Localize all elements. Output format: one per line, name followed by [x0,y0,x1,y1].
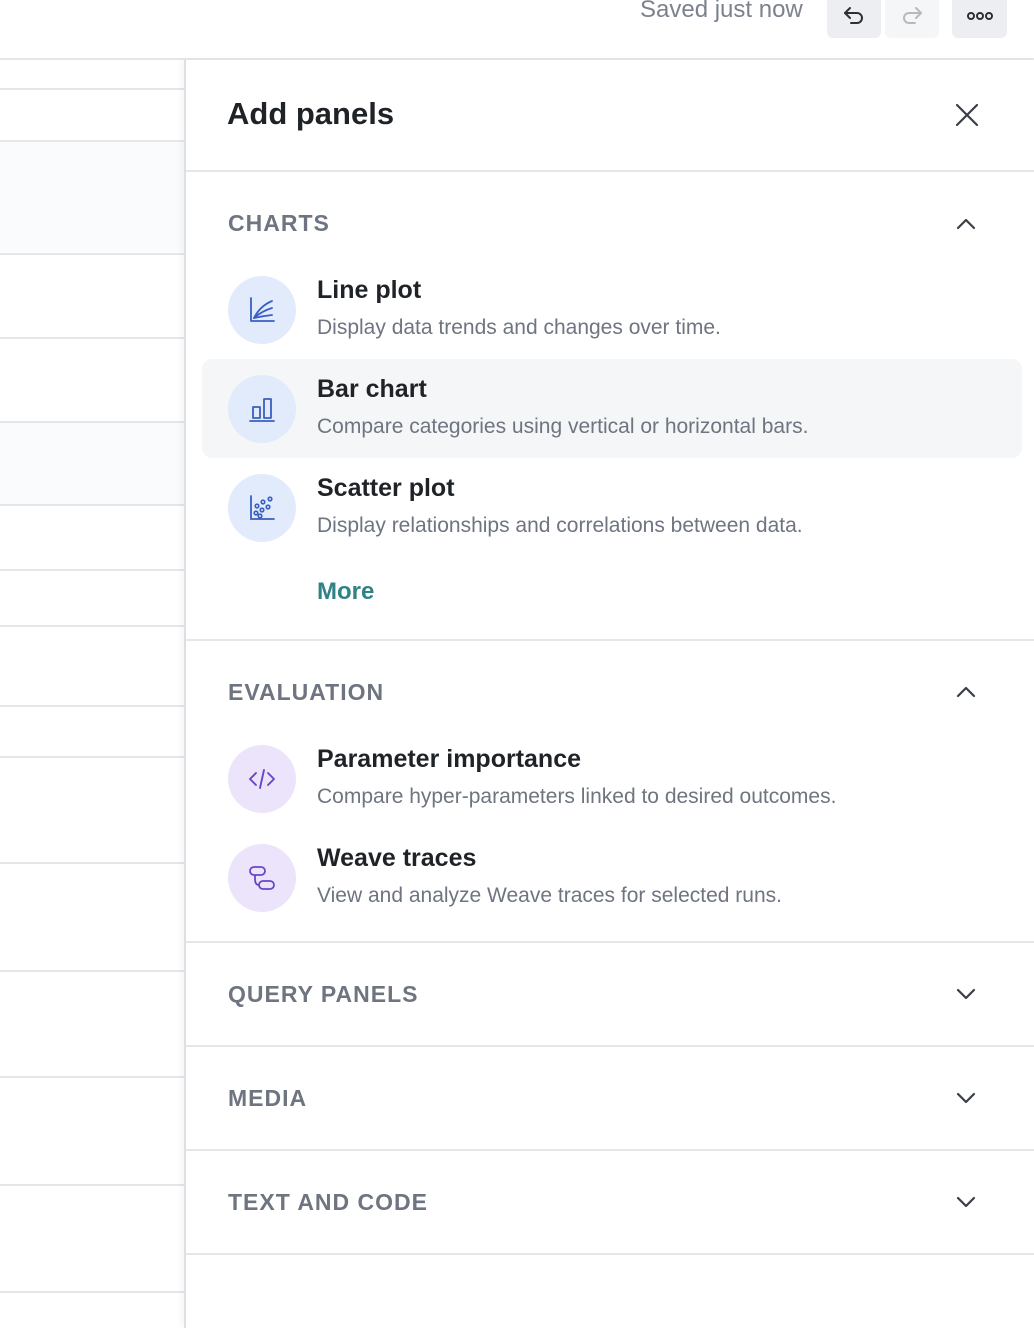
bar-chart-icon [228,375,296,443]
close-button[interactable] [952,100,982,130]
section-media[interactable]: MEDIA [186,1047,1034,1151]
save-status: Saved just now [640,0,803,23]
option-description: View and analyze Weave traces for select… [317,884,782,907]
chevron-down-icon [956,988,976,1000]
undo-icon [844,7,863,24]
panel-option-bar-chart[interactable]: Bar chart Compare categories using verti… [202,359,1022,458]
close-icon [955,103,979,127]
row-divider [0,1291,185,1293]
drawer-header: Add panels [186,60,1034,172]
weave-traces-icon [228,844,296,912]
row-divider [0,1076,185,1078]
option-description: Compare hyper-parameters linked to desir… [317,785,837,808]
row-divider [0,140,185,142]
add-panels-drawer: Add panels CHARTS Line plot Display data… [184,60,1034,1328]
row-divider [0,705,185,707]
section-query-panels[interactable]: QUERY PANELS [186,943,1034,1047]
scatter-plot-icon [228,474,296,542]
row-divider [0,625,185,627]
row-divider [0,88,185,90]
panel-option-scatter-plot[interactable]: Scatter plot Display relationships and c… [202,458,1022,557]
section-charts-header[interactable]: CHARTS [186,172,1034,262]
row-divider [0,421,185,423]
panel-option-line-plot[interactable]: Line plot Display data trends and change… [202,260,1022,359]
option-description: Display relationships and correlations b… [317,514,803,537]
row-divider [0,1184,185,1186]
background-row [0,422,185,506]
panel-option-parameter-importance[interactable]: Parameter importance Compare hyper-param… [202,729,1022,828]
more-horizontal-icon [966,12,993,20]
row-divider [0,504,185,506]
more-charts-link[interactable]: More [317,578,374,606]
section-text-and-code[interactable]: TEXT AND CODE [186,1151,1034,1255]
row-divider [0,862,185,864]
option-title: Scatter plot [317,474,455,502]
section-title: EVALUATION [228,679,385,705]
redo-button[interactable] [885,0,939,38]
code-icon [228,745,296,813]
chevron-down-icon [956,1092,976,1104]
section-title: MEDIA [228,1085,308,1111]
section-title: QUERY PANELS [228,981,419,1007]
row-divider [0,970,185,972]
background-row [0,142,185,252]
section-title: TEXT AND CODE [228,1189,428,1215]
option-description: Display data trends and changes over tim… [317,316,721,339]
option-title: Bar chart [317,375,427,403]
option-title: Weave traces [317,844,477,872]
section-evaluation-header[interactable]: EVALUATION [186,641,1034,731]
option-title: Line plot [317,276,422,304]
row-divider [0,569,185,571]
top-bar: Saved just now [0,0,1034,60]
chevron-up-icon [956,686,976,698]
more-options-button[interactable] [952,0,1007,38]
panel-option-weave-traces[interactable]: Weave traces View and analyze Weave trac… [202,828,1022,927]
row-divider [0,337,185,339]
option-description: Compare categories using vertical or hor… [317,415,809,438]
row-divider [0,253,185,255]
section-charts: CHARTS Line plot Display data trends and… [186,172,1034,641]
chevron-up-icon [956,218,976,230]
background-table [0,60,185,1328]
redo-icon [903,7,922,24]
undo-button[interactable] [827,0,881,38]
section-title: CHARTS [228,210,330,236]
section-evaluation: EVALUATION Parameter importance Compare … [186,641,1034,943]
chevron-down-icon [956,1196,976,1208]
option-title: Parameter importance [317,745,582,773]
drawer-title: Add panels [227,96,395,131]
line-plot-icon [228,276,296,344]
row-divider [0,756,185,758]
